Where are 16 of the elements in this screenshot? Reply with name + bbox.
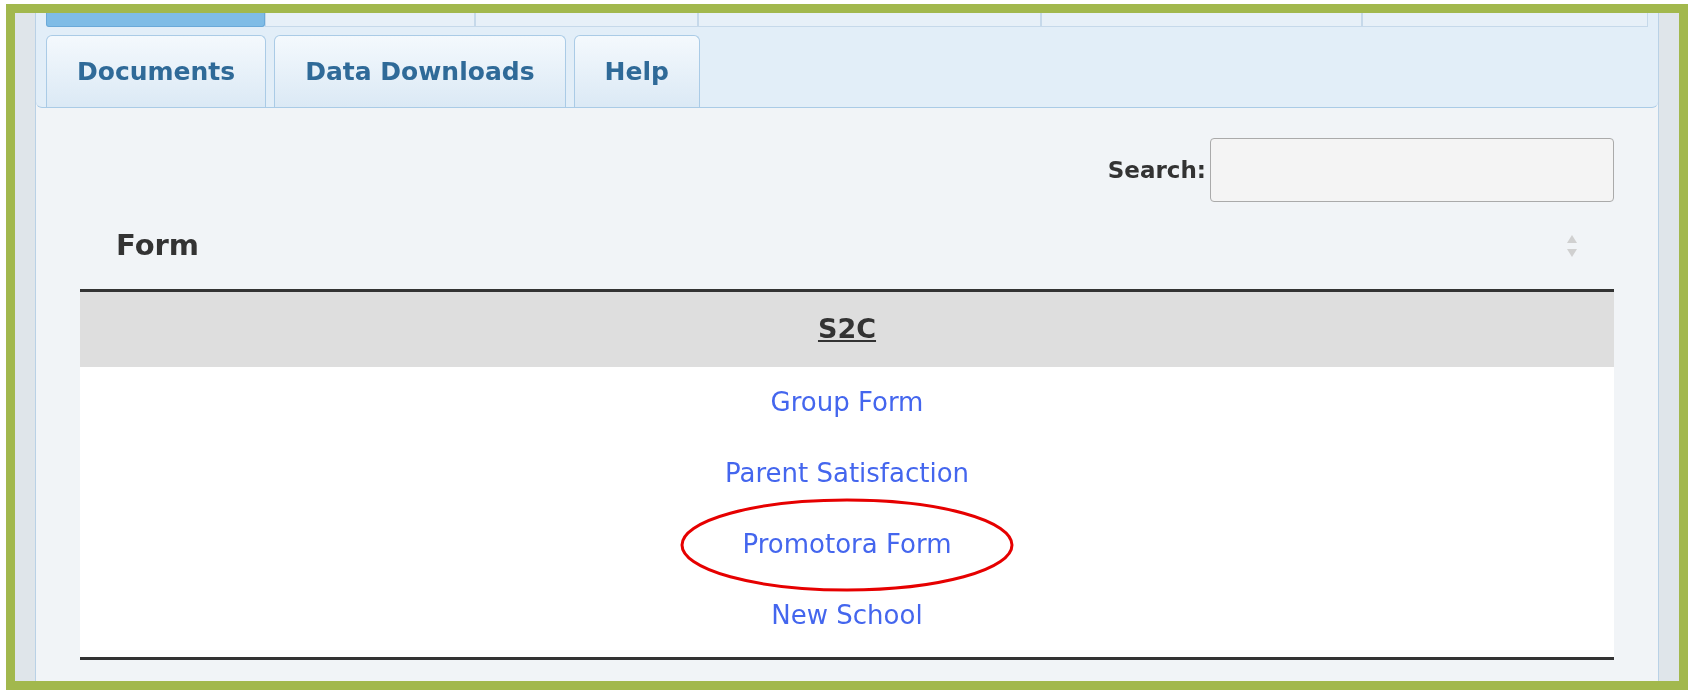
tab[interactable]: Help <box>573 35 700 107</box>
form-link[interactable]: New School <box>771 600 923 630</box>
tab[interactable] <box>265 13 475 27</box>
tab[interactable] <box>46 13 266 27</box>
tab[interactable] <box>1362 13 1648 27</box>
form-link[interactable]: Parent Satisfaction <box>724 458 970 488</box>
tab[interactable]: Documents <box>46 35 267 107</box>
form-link[interactable]: Group Form <box>770 387 924 417</box>
tab[interactable]: Data Downloads <box>274 35 566 107</box>
search-field[interactable] <box>1210 138 1614 202</box>
search-label: Search: <box>1107 155 1206 185</box>
tab[interactable] <box>698 13 1042 27</box>
tab[interactable] <box>474 13 699 27</box>
column-title: Form <box>116 226 200 264</box>
tab[interactable] <box>1041 13 1363 27</box>
group-label[interactable]: S2C <box>817 309 877 350</box>
